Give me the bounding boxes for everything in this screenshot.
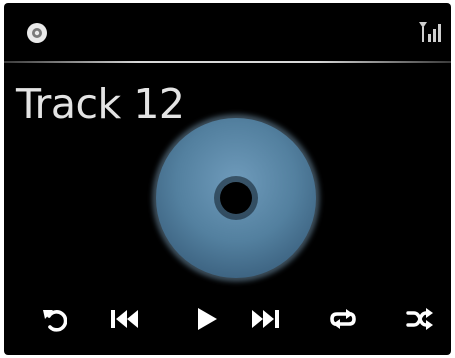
- previous-button[interactable]: [105, 301, 145, 337]
- shuffle-button[interactable]: [400, 301, 440, 337]
- header-divider: [4, 61, 451, 63]
- play-icon: [198, 308, 217, 330]
- cd-disc-icon: [153, 115, 319, 281]
- skip-next-icon: [252, 310, 279, 328]
- next-button[interactable]: [245, 301, 285, 337]
- repeat-icon: [330, 309, 356, 329]
- status-bar: [4, 3, 451, 59]
- playback-controls: [4, 295, 451, 345]
- skip-previous-icon: [111, 310, 138, 328]
- shuffle-icon: [406, 308, 433, 330]
- signal-antenna-icon: [419, 22, 441, 42]
- back-button[interactable]: [34, 301, 74, 337]
- repeat-button[interactable]: [323, 301, 363, 337]
- back-icon: [43, 310, 67, 332]
- player-screen: Track 12: [4, 3, 451, 355]
- play-button[interactable]: [187, 301, 227, 337]
- cd-icon: [27, 23, 47, 43]
